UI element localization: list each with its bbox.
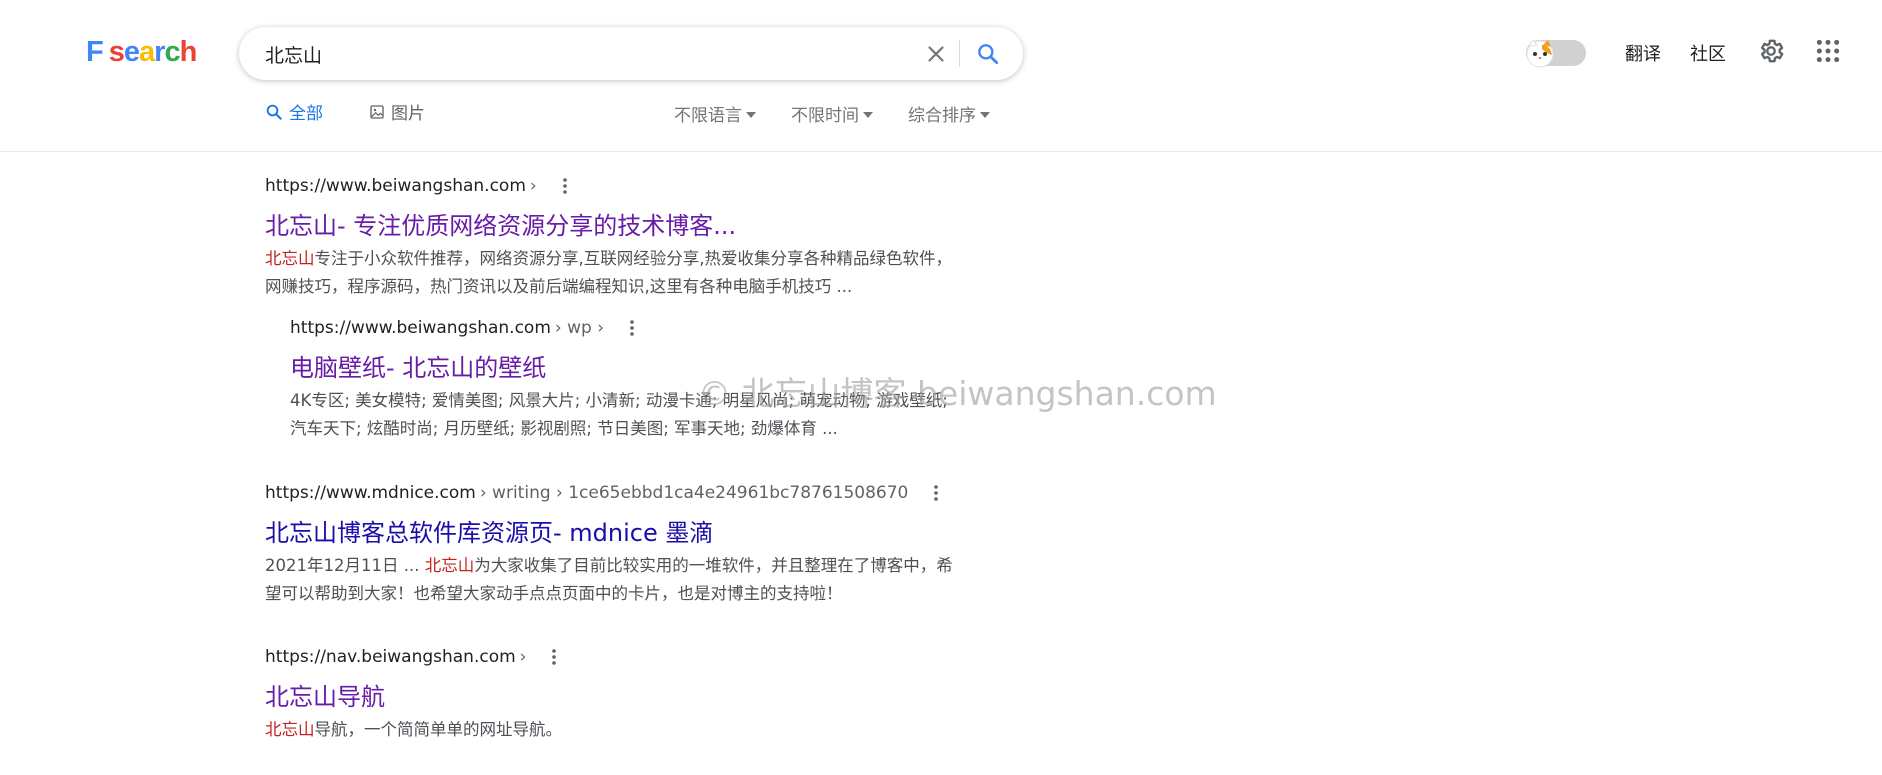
logo-letter: h xyxy=(179,36,198,68)
result-url-path: › writing › 1ce65ebbd1ca4e24961bc7876150… xyxy=(479,483,909,503)
result-url[interactable]: https://www.beiwangshan.com xyxy=(290,318,551,338)
result-title[interactable]: 北忘山- 专注优质网络资源分享的技术博客... xyxy=(265,206,965,241)
time-filter[interactable]: 不限时间 xyxy=(791,101,873,126)
translate-link[interactable]: 翻译 xyxy=(1625,40,1661,66)
result-url[interactable]: https://www.beiwangshan.com xyxy=(265,176,526,196)
filter-label: 综合排序 xyxy=(908,106,976,126)
search-box xyxy=(239,27,1023,80)
result-url[interactable]: https://www.mdnice.com xyxy=(265,483,476,503)
result-url-line: https://nav.beiwangshan.com › xyxy=(265,647,965,667)
result-url-line: https://www.beiwangshan.com › xyxy=(265,176,965,196)
result-snippet: 北忘山导航，一个简简单单的网址导航。 xyxy=(265,716,965,744)
top-header: F search 全部 图片 不限语言 xyxy=(0,0,1882,152)
image-icon xyxy=(370,104,384,119)
result-url[interactable]: https://nav.beiwangshan.com xyxy=(265,647,516,667)
logo-letter: a xyxy=(139,36,155,68)
result-url-path: › wp › xyxy=(554,318,604,338)
logo-letter: e xyxy=(123,36,140,68)
snippet-highlight: 北忘山 xyxy=(265,249,315,268)
filter-label: 不限语言 xyxy=(674,106,742,126)
result-url-line: https://www.mdnice.com › writing › 1ce65… xyxy=(265,483,965,503)
search-result: https://nav.beiwangshan.com › 北忘山导航 北忘山导… xyxy=(265,647,965,744)
cat-face-icon xyxy=(1526,39,1554,68)
apps-grid-icon[interactable] xyxy=(1815,38,1841,64)
fsearch-logo[interactable]: F search xyxy=(86,36,198,69)
snippet-highlight: 北忘山 xyxy=(265,720,315,739)
result-url-path: › xyxy=(529,176,537,196)
gear-icon[interactable] xyxy=(1757,37,1785,65)
result-snippet: 北忘山专注于小众软件推荐，网络资源分享,互联网经验分享,热爱收集分享各种精品绿色… xyxy=(265,245,965,301)
search-result: https://www.beiwangshan.com › 北忘山- 专注优质网… xyxy=(265,176,965,301)
more-options-icon[interactable] xyxy=(926,483,946,503)
tab-label: 图片 xyxy=(391,104,425,124)
logo-letter: s xyxy=(108,36,125,68)
search-result-sub: https://www.beiwangshan.com › wp › 电脑壁纸-… xyxy=(290,318,960,443)
logo-letter: F xyxy=(86,36,104,68)
result-title[interactable]: 北忘山博客总软件库资源页- mdnice 墨滴 xyxy=(265,513,965,548)
result-url-line: https://www.beiwangshan.com › wp › xyxy=(290,318,960,338)
result-snippet: 4K专区; 美女模特; 爱情美图; 风景大片; 小清新; 动漫卡通; 明星风尚;… xyxy=(290,387,960,443)
snippet-text: 专注于小众软件推荐，网络资源分享,互联网经验分享,热爱收集分享各种精品绿色软件，… xyxy=(265,249,952,296)
more-options-icon[interactable] xyxy=(555,176,575,196)
caret-down-icon xyxy=(980,112,990,118)
snippet-text: 4K专区; 美女模特; 爱情美图; 风景大片; 小清新; 动漫卡通; 明星风尚;… xyxy=(290,391,948,438)
close-icon[interactable] xyxy=(923,41,949,67)
tab-label: 全部 xyxy=(289,104,323,124)
filter-label: 不限时间 xyxy=(791,106,859,126)
logo-letter: r xyxy=(154,36,165,68)
theme-toggle[interactable] xyxy=(1526,39,1586,68)
more-options-icon[interactable] xyxy=(622,318,642,338)
result-url-path: › xyxy=(519,647,527,667)
more-options-icon[interactable] xyxy=(544,647,564,667)
result-snippet: 2021年12月11日 ... 北忘山为大家收集了目前比较实用的一堆软件，并且整… xyxy=(265,552,965,608)
snippet-text: 导航，一个简简单单的网址导航。 xyxy=(314,720,563,739)
snippet-date: 2021年12月11日 ... xyxy=(265,556,425,575)
snippet-highlight: 北忘山 xyxy=(424,556,475,575)
language-filter[interactable]: 不限语言 xyxy=(674,101,756,126)
search-icon[interactable] xyxy=(975,41,1001,67)
result-title[interactable]: 电脑壁纸- 北忘山的壁纸 xyxy=(290,348,960,383)
caret-down-icon xyxy=(746,112,756,118)
caret-down-icon xyxy=(863,112,873,118)
result-title[interactable]: 北忘山导航 xyxy=(265,677,965,712)
divider xyxy=(959,40,960,67)
tab-images[interactable]: 图片 xyxy=(369,99,425,124)
search-result: https://www.mdnice.com › writing › 1ce65… xyxy=(265,483,965,608)
tab-all[interactable]: 全部 xyxy=(265,99,323,124)
logo-letter: c xyxy=(164,36,180,68)
search-input[interactable] xyxy=(263,39,907,69)
community-link[interactable]: 社区 xyxy=(1690,40,1726,66)
search-icon xyxy=(266,104,282,120)
sort-filter[interactable]: 综合排序 xyxy=(908,101,990,126)
